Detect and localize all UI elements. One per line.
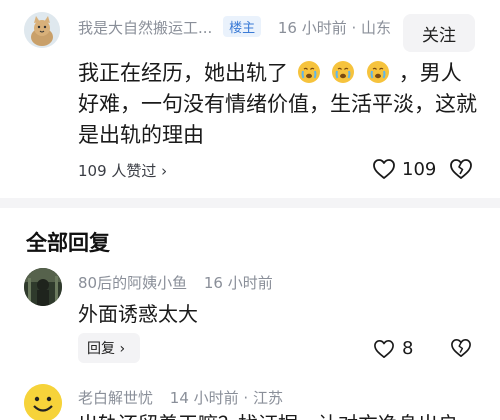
comment-meta: 老白解世忧 14 小时前 · 江苏 [78,387,283,408]
post-text: 我正在经历，她出轨了 ，男人好难，一句没有情绪价值，生活平淡，这就是出轨的理由 [78,58,478,151]
comment-like-count: 8 [402,338,414,359]
crying-face-emoji-icon [297,61,320,83]
author-avatar[interactable] [24,12,60,48]
commenter-name[interactable]: 80后的阿姨小鱼 [78,274,187,292]
author-name[interactable]: 我是大自然搬运工... [78,19,212,37]
original-post: 我是大自然搬运工... 楼主 16 小时前 · 山东 关注 我正在经历，她出轨了 [0,0,500,198]
like-action[interactable]: 109 [372,158,436,180]
comments-section-title: 全部回复 [26,231,110,255]
comment-like-action[interactable]: 8 [373,338,413,359]
heart-icon [374,339,394,358]
like-count: 109 [402,158,437,180]
commenter-name[interactable]: 老白解世忧 [78,389,153,407]
author-tag: 楼主 [223,16,262,37]
heart-icon [373,159,395,179]
post-text-part-1: 我正在经历，她出轨了 [78,61,288,85]
section-divider [0,198,500,208]
commenter-avatar[interactable] [24,384,62,420]
post-meta: 我是大自然搬运工... 楼主 16 小时前 · 山东 [78,16,391,38]
comment-text: 出轨还留着干嘛？找证据，让对方净身出户 [78,408,458,420]
dislike-action[interactable] [449,158,473,180]
post-time-location: 16 小时前 · 山东 [277,19,392,37]
follow-button[interactable]: 关注 [403,14,475,52]
likes-summary-link[interactable]: 109 人赞过 › [78,160,167,181]
comment-time: 16 小时前 [203,274,273,292]
comment-dislike-action[interactable] [450,338,472,358]
commenter-avatar[interactable] [24,268,62,306]
comment-meta: 80后的阿姨小鱼 16 小时前 [78,272,273,293]
comment-text: 外面诱惑太大 [78,302,198,326]
reply-button[interactable]: 回复 › [78,333,140,363]
crying-face-emoji-icon [367,61,390,83]
comment-time-location: 14 小时前 · 江苏 [169,389,283,407]
broken-heart-icon [451,339,471,357]
crying-face-emoji-icon [332,61,355,83]
broken-heart-icon [450,159,472,179]
